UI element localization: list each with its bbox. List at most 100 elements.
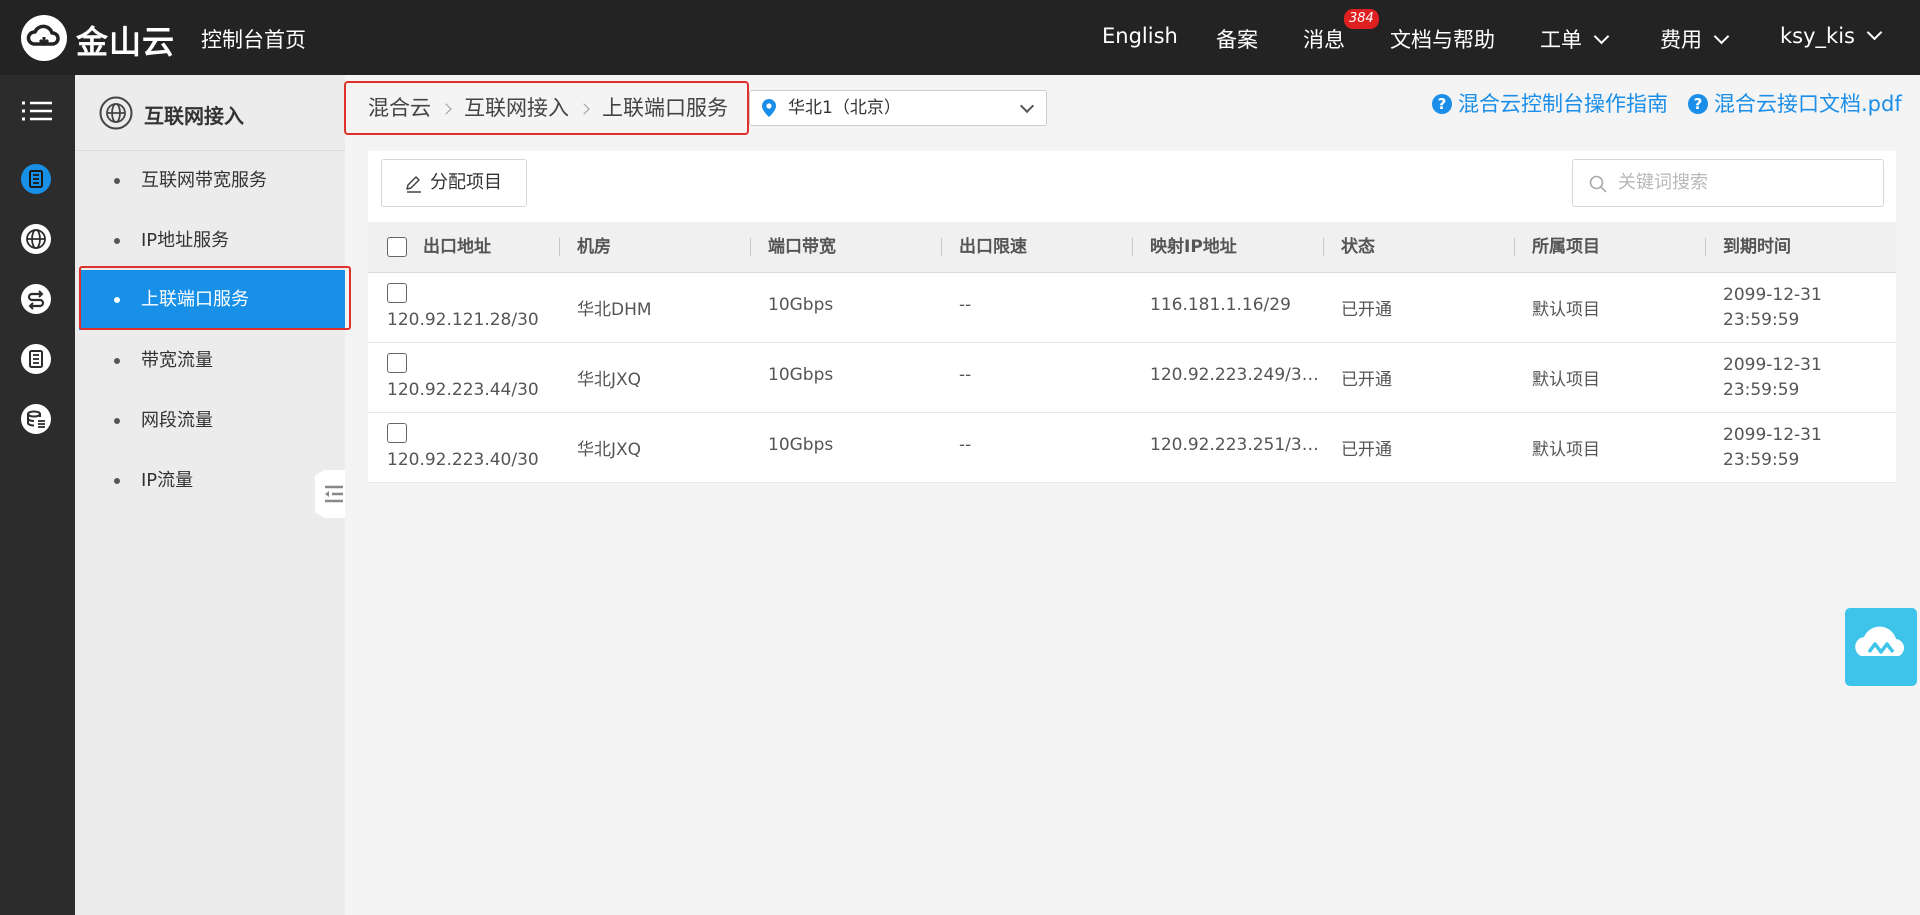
row-checkbox[interactable] xyxy=(387,423,407,443)
expire-clock: 23:59:59 xyxy=(1723,310,1800,330)
sidebar-title: 互联网接入 xyxy=(144,104,244,128)
column-header-exit-address[interactable]: 出口地址 xyxy=(423,222,491,272)
docs-help-link[interactable]: 文档与帮助 xyxy=(1390,24,1495,54)
cell-status: 已开通 xyxy=(1341,300,1392,320)
assign-project-button[interactable]: 分配项目 xyxy=(381,159,527,207)
chevron-down-icon xyxy=(1713,28,1730,45)
cell-room: 华北JXQ xyxy=(577,440,642,460)
region-select[interactable]: 华北1（北京） xyxy=(749,90,1047,126)
api-doc-link[interactable]: ? 混合云接口文档.pdf xyxy=(1688,88,1902,118)
column-header-rate-limit[interactable]: 出口限速 xyxy=(959,222,1027,272)
cell-exit-address: 120.92.223.44/30 xyxy=(387,380,539,400)
cell-exit-address: 120.92.223.40/30 xyxy=(387,450,539,470)
expire-date: 2099-12-31 xyxy=(1723,285,1822,305)
document-icon[interactable] xyxy=(20,343,52,375)
column-divider xyxy=(559,238,560,256)
cell-mapped-ip: 116.181.1.16/29 xyxy=(1150,295,1291,315)
sidebar-item-ip-service[interactable]: IP地址服务 xyxy=(75,211,345,271)
breadcrumb-item-current: 上联端口服务 xyxy=(602,96,728,120)
sidebar-item-bandwidth-traffic[interactable]: 带宽流量 xyxy=(75,331,345,391)
help-icon: ? xyxy=(1688,94,1708,114)
sidebar-item-uplink-port-service[interactable]: 上联端口服务 xyxy=(79,270,345,330)
cell-bandwidth: 10Gbps xyxy=(768,365,834,385)
chevron-down-icon xyxy=(1593,28,1610,45)
select-all-checkbox[interactable] xyxy=(387,237,407,257)
row-checkbox[interactable] xyxy=(387,283,407,303)
expire-date: 2099-12-31 xyxy=(1723,425,1822,445)
main-panel: 分配项目 关键词搜索 出口地址 机房 端口带宽 出口限速 映射IP地址 状态 所… xyxy=(368,151,1896,483)
console-guide-label: 混合云控制台操作指南 xyxy=(1458,92,1668,116)
cell-rate-limit: -- xyxy=(959,295,972,315)
tickets-menu[interactable]: 工单 xyxy=(1540,24,1610,54)
cell-expire-time: 2099-12-31 23:59:59 xyxy=(1723,423,1822,473)
sidebar-item-label: 互联网带宽服务 xyxy=(141,170,267,191)
messages-link[interactable]: 消息 xyxy=(1303,24,1345,54)
breadcrumb-item-hybrid-cloud[interactable]: 混合云 xyxy=(368,96,431,120)
assign-project-label: 分配项目 xyxy=(430,172,502,193)
console-guide-link[interactable]: ? 混合云控制台操作指南 xyxy=(1432,88,1668,118)
language-english-link[interactable]: English xyxy=(1102,24,1178,48)
column-divider xyxy=(1132,238,1133,256)
expire-clock: 23:59:59 xyxy=(1723,450,1800,470)
globe-icon[interactable] xyxy=(20,223,52,255)
database-icon[interactable] xyxy=(20,403,52,435)
brand-name[interactable]: 金山云 xyxy=(76,17,175,63)
chat-cloud-icon xyxy=(1855,626,1904,656)
sidebar-item-segment-traffic[interactable]: 网段流量 xyxy=(75,391,345,451)
row-checkbox[interactable] xyxy=(387,353,407,373)
table-row[interactable]: 120.92.223.40/30 华北JXQ 10Gbps -- 120.92.… xyxy=(368,413,1896,483)
menu-icon[interactable] xyxy=(21,96,53,128)
edit-icon xyxy=(406,176,421,193)
column-divider xyxy=(1705,238,1706,256)
search-input[interactable]: 关键词搜索 xyxy=(1572,159,1884,207)
beian-link[interactable]: 备案 xyxy=(1216,24,1258,54)
messages-count-badge: 384 xyxy=(1344,9,1379,29)
column-header-room[interactable]: 机房 xyxy=(577,222,611,272)
top-bar: 金山云 控制台首页 English 备案 消息 384 文档与帮助 工单 费用 … xyxy=(0,0,1920,75)
column-divider xyxy=(941,238,942,256)
table-row[interactable]: 120.92.223.44/30 华北JXQ 10Gbps -- 120.92.… xyxy=(368,343,1896,413)
expire-date: 2099-12-31 xyxy=(1723,355,1822,375)
cell-expire-time: 2099-12-31 23:59:59 xyxy=(1723,283,1822,333)
sidebar-item-label: 网段流量 xyxy=(141,410,213,431)
chevron-right-icon xyxy=(440,103,452,115)
table-header: 出口地址 机房 端口带宽 出口限速 映射IP地址 状态 所属项目 到期时间 xyxy=(368,222,1896,273)
cell-bandwidth: 10Gbps xyxy=(768,295,834,315)
sidebar-collapse-handle[interactable] xyxy=(315,470,345,518)
user-menu[interactable]: ksy_kis xyxy=(1780,24,1883,48)
console-home-link[interactable]: 控制台首页 xyxy=(201,24,306,54)
cell-status: 已开通 xyxy=(1341,370,1392,390)
chevron-right-icon xyxy=(578,103,590,115)
online-service-button[interactable] xyxy=(1845,608,1917,686)
billing-menu[interactable]: 费用 xyxy=(1660,24,1730,54)
sidebar-header: 互联网接入 xyxy=(75,75,345,151)
cell-expire-time: 2099-12-31 23:59:59 xyxy=(1723,353,1822,403)
help-icon: ? xyxy=(1432,94,1452,114)
tickets-menu-label: 工单 xyxy=(1540,28,1582,52)
breadcrumb-item-internet-access[interactable]: 互联网接入 xyxy=(464,96,569,120)
cell-exit-address: 120.92.121.28/30 xyxy=(387,310,539,330)
sidebar-item-bandwidth-service[interactable]: 互联网带宽服务 xyxy=(75,151,345,211)
sidebar: 互联网接入 互联网带宽服务 IP地址服务 上联端口服务 带宽流量 网段流量 IP… xyxy=(75,75,345,915)
cloud-switch-icon[interactable] xyxy=(20,283,52,315)
cell-room: 华北JXQ xyxy=(577,370,642,390)
column-header-project[interactable]: 所属项目 xyxy=(1532,222,1600,272)
column-header-status[interactable]: 状态 xyxy=(1341,222,1375,272)
cloud-logo-icon[interactable] xyxy=(20,14,68,62)
column-header-bandwidth[interactable]: 端口带宽 xyxy=(768,222,836,272)
cell-project: 默认项目 xyxy=(1532,300,1600,320)
icon-rail xyxy=(0,75,75,915)
cell-project: 默认项目 xyxy=(1532,370,1600,390)
api-doc-label: 混合云接口文档.pdf xyxy=(1714,92,1902,116)
column-header-mapped-ip[interactable]: 映射IP地址 xyxy=(1150,222,1237,272)
cell-rate-limit: -- xyxy=(959,435,972,455)
user-name: ksy_kis xyxy=(1780,24,1855,48)
table-row[interactable]: 120.92.121.28/30 华北DHM 10Gbps -- 116.181… xyxy=(368,273,1896,343)
breadcrumb: 混合云 互联网接入 上联端口服务 xyxy=(344,81,749,135)
cell-room: 华北DHM xyxy=(577,300,652,320)
server-icon[interactable] xyxy=(20,163,52,195)
search-placeholder: 关键词搜索 xyxy=(1618,172,1708,193)
sidebar-item-ip-traffic[interactable]: IP流量 xyxy=(75,451,345,511)
cell-project: 默认项目 xyxy=(1532,440,1600,460)
column-header-expire-time[interactable]: 到期时间 xyxy=(1723,222,1791,272)
